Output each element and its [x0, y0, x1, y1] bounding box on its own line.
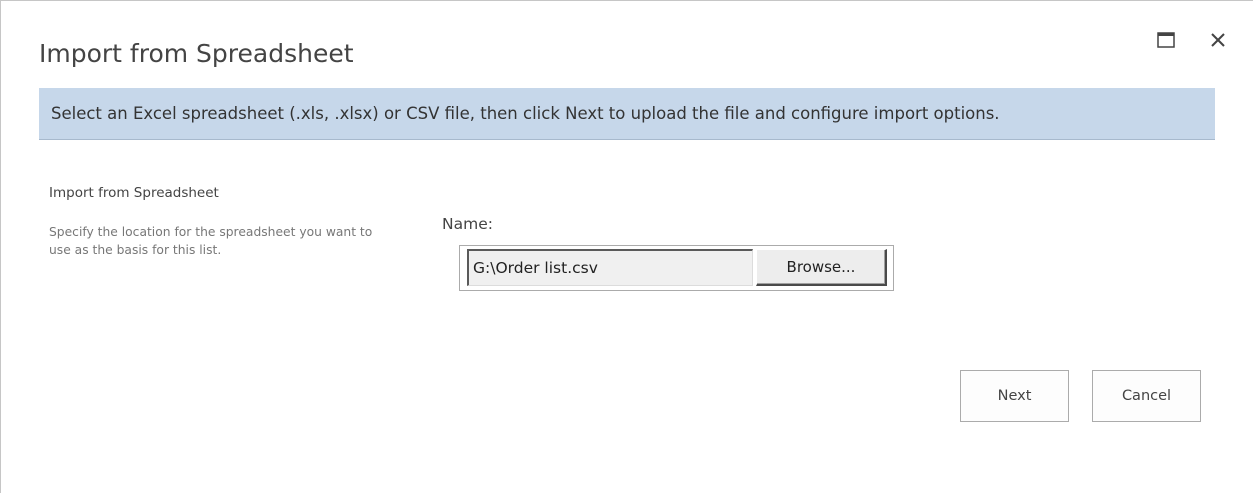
cancel-button[interactable]: Cancel: [1092, 370, 1201, 422]
close-icon: [1211, 33, 1225, 47]
section-description: Specify the location for the spreadsheet…: [49, 225, 373, 257]
dialog-title: Import from Spreadsheet: [39, 39, 354, 68]
next-button[interactable]: Next: [960, 370, 1069, 422]
maximize-button[interactable]: [1153, 27, 1179, 53]
file-path-input[interactable]: [467, 249, 753, 286]
import-dialog: Import from Spreadsheet Select an Excel …: [0, 0, 1253, 493]
section-title: Import from Spreadsheet: [49, 185, 219, 201]
name-label: Name:: [442, 215, 493, 233]
instruction-text: Select an Excel spreadsheet (.xls, .xlsx…: [51, 104, 1000, 123]
browse-button[interactable]: Browse...: [756, 249, 887, 286]
instruction-banner: Select an Excel spreadsheet (.xls, .xlsx…: [39, 88, 1215, 140]
maximize-icon: [1157, 32, 1175, 48]
close-button[interactable]: [1205, 27, 1231, 53]
